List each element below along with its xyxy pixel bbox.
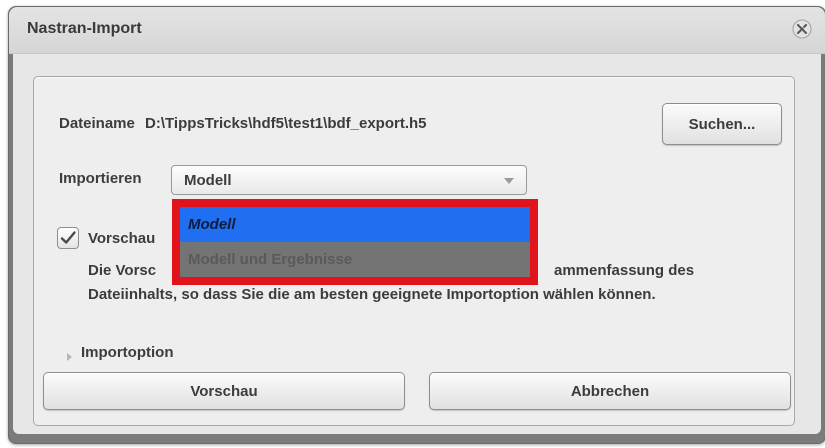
preview-button[interactable]: Vorschau	[43, 372, 405, 410]
import-option-section-label[interactable]: Importoption	[81, 344, 173, 361]
cancel-button[interactable]: Abbrechen	[429, 372, 791, 410]
preview-checkbox[interactable]	[57, 227, 79, 249]
preview-checkbox-label: Vorschau	[88, 230, 156, 247]
import-type-dropdown-list: Modell Modell und Ergebnisse	[180, 207, 530, 277]
file-path: D:\TippsTricks\hdf5\test1\bdf_export.h5	[145, 115, 427, 132]
file-name-row: Dateiname D:\TippsTricks\hdf5\test1\bdf_…	[59, 115, 427, 132]
import-label: Importieren	[59, 170, 142, 187]
dropdown-option-modell-und-ergebnisse[interactable]: Modell und Ergebnisse	[180, 242, 530, 277]
file-name-label: Dateiname	[59, 115, 135, 132]
import-dropdown-highlight-frame: Modell Modell und Ergebnisse	[172, 199, 538, 285]
chevron-down-icon	[504, 178, 514, 184]
dropdown-option-modell[interactable]: Modell	[180, 207, 530, 242]
preview-description-line1-end: ammenfassung des	[554, 262, 695, 279]
dialog-title: Nastran-Import	[27, 20, 142, 37]
browse-button[interactable]: Suchen...	[662, 103, 782, 145]
import-type-selected-value: Modell	[184, 172, 232, 189]
expand-arrow-icon[interactable]	[67, 353, 72, 361]
nastran-import-dialog: Nastran-Import Dateiname D:\TippsTricks\…	[8, 6, 825, 444]
preview-description-line2: Dateiinhalts, so dass Sie die am besten …	[88, 286, 656, 303]
close-icon[interactable]	[791, 18, 813, 40]
checkmark-icon	[60, 231, 76, 244]
preview-description-line1-start: Die Vorsc	[88, 262, 157, 279]
import-type-select[interactable]: Modell	[171, 165, 527, 195]
title-bar: Nastran-Import	[9, 7, 825, 54]
